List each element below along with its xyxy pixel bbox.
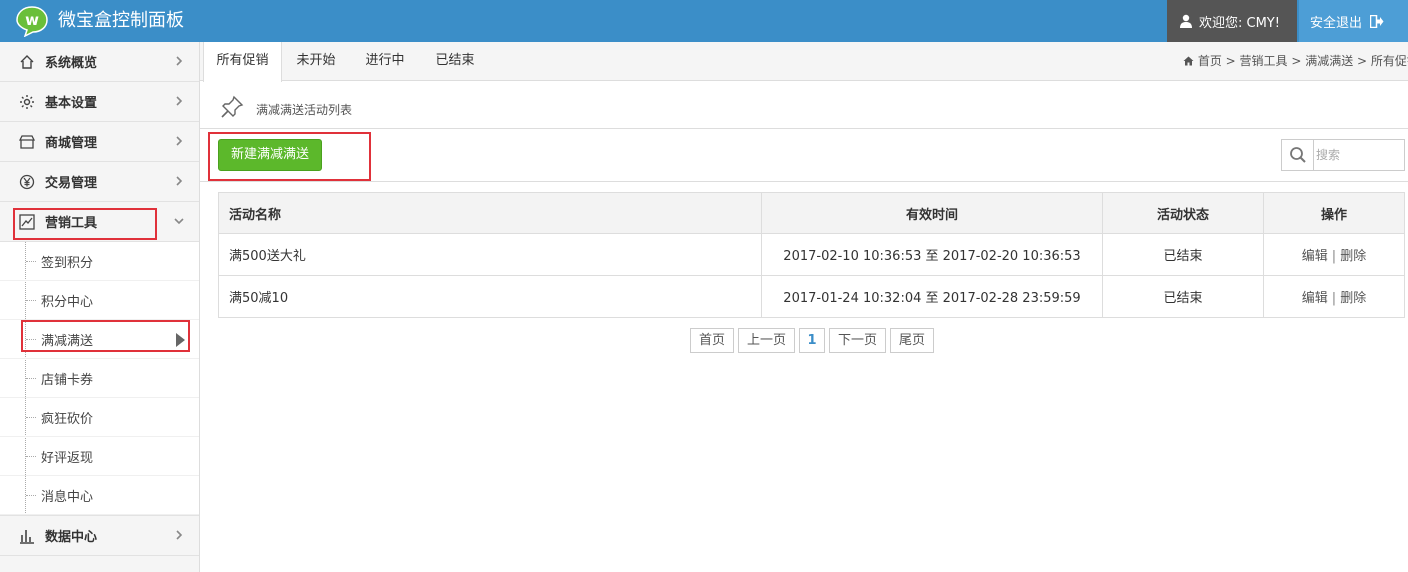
logout-button[interactable]: 安全退出: [1299, 0, 1408, 42]
action-separator: |: [1331, 249, 1337, 264]
sub-item-label: 满减满送: [41, 333, 94, 349]
sidebar-item-trade[interactable]: 交易管理: [0, 162, 199, 202]
store-icon: [18, 133, 36, 151]
welcome-text: 欢迎您: CMY!: [1199, 15, 1280, 31]
edit-link[interactable]: 编辑: [1302, 291, 1328, 306]
col-status: 活动状态: [1102, 192, 1264, 234]
top-header: w 微宝盒控制面板 欢迎您: CMY! 安全退出: [0, 0, 1408, 42]
chevron-right-icon: [176, 530, 183, 540]
edit-link[interactable]: 编辑: [1302, 249, 1328, 264]
chevron-right-icon: [176, 176, 183, 186]
toolbar: [200, 129, 1408, 182]
sub-item-bargain[interactable]: 疯狂砍价: [0, 398, 199, 437]
gear-icon: [18, 93, 36, 111]
sub-item-points-center[interactable]: 积分中心: [0, 281, 199, 320]
col-valid-time: 有效时间: [761, 192, 1103, 234]
table-row: 满500送大礼 2017-02-10 10:36:53 至 2017-02-20…: [218, 233, 1405, 276]
sub-item-checkin-points[interactable]: 签到积分: [0, 242, 199, 281]
chevron-right-icon: [176, 136, 183, 146]
sidebar-item-label: 数据中心: [45, 530, 98, 545]
caret-right-icon: [176, 333, 185, 347]
home-small-icon: [1183, 56, 1194, 66]
user-icon: [1180, 14, 1192, 28]
sub-item-coupons[interactable]: 店铺卡券: [0, 359, 199, 398]
pager-prev[interactable]: 上一页: [738, 328, 795, 353]
search-icon[interactable]: [1282, 140, 1314, 170]
bar-chart-icon: [18, 527, 36, 545]
tab-in-progress[interactable]: 进行中: [352, 42, 418, 81]
table-header-row: 活动名称 有效时间 活动状态 操作: [218, 192, 1405, 234]
cell-valid-time: 2017-02-10 10:36:53 至 2017-02-20 10:36:5…: [761, 233, 1103, 276]
home-icon: [18, 53, 36, 71]
pager-next[interactable]: 下一页: [829, 328, 886, 353]
sidebar-item-store[interactable]: 商城管理: [0, 122, 199, 162]
cell-valid-time: 2017-01-24 10:32:04 至 2017-02-28 23:59:5…: [761, 275, 1103, 318]
promotion-table: 活动名称 有效时间 活动状态 操作 满500送大礼 2017-02-10 10:…: [218, 192, 1405, 318]
cell-actions: 编辑 | 删除: [1263, 233, 1405, 276]
sidebar-item-label: 商城管理: [45, 136, 98, 151]
chevron-down-icon: [174, 218, 184, 225]
col-activity-name: 活动名称: [218, 192, 762, 234]
col-actions: 操作: [1263, 192, 1405, 234]
logout-label: 安全退出: [1310, 15, 1363, 31]
tab-bar: 所有促销 未开始 进行中 已结束 首页 > 营销工具 > 满减满送 > 所有促销: [200, 42, 1408, 82]
pager-current[interactable]: 1: [799, 328, 825, 353]
cell-actions: 编辑 | 删除: [1263, 275, 1405, 318]
new-full-reduction-button[interactable]: 新建满减满送: [218, 139, 322, 171]
search-input[interactable]: [1316, 145, 1402, 165]
pin-icon: [221, 95, 244, 118]
tab-all-promotions[interactable]: 所有促销: [203, 42, 282, 82]
yen-icon: [18, 173, 36, 191]
sign-out-icon: [1370, 14, 1384, 28]
tab-ended[interactable]: 已结束: [422, 42, 488, 81]
cell-activity-name: 满500送大礼: [218, 233, 762, 276]
pager-first[interactable]: 首页: [690, 328, 734, 353]
sidebar-item-overview[interactable]: 系统概览: [0, 42, 199, 82]
breadcrumb-text: 首页 > 营销工具 > 满减满送 > 所有促销: [1197, 54, 1408, 68]
sub-item-review-cashback[interactable]: 好评返现: [0, 437, 199, 476]
tab-not-started[interactable]: 未开始: [284, 42, 348, 81]
marketing-submenu: 签到积分 积分中心 满减满送 店铺卡券 疯狂砍价 好评返现 消息中心: [0, 242, 199, 516]
cell-activity-name: 满50减10: [218, 275, 762, 318]
sidebar-item-label: 交易管理: [45, 176, 98, 191]
sidebar-item-label: 营销工具: [45, 216, 98, 231]
sidebar-item-label: 基本设置: [45, 96, 98, 111]
breadcrumb: 首页 > 营销工具 > 满减满送 > 所有促销: [1183, 42, 1408, 81]
sidebar: 系统概览 基本设置 商城管理 交易管理 营销工具 签到积分 积分中心 满减满送 …: [0, 42, 200, 572]
welcome-user[interactable]: 欢迎您: CMY!: [1167, 0, 1297, 42]
table-row: 满50减10 2017-01-24 10:32:04 至 2017-02-28 …: [218, 275, 1405, 318]
section-title: 满减满送活动列表: [256, 103, 353, 117]
cell-status: 已结束: [1102, 275, 1264, 318]
pager-last[interactable]: 尾页: [890, 328, 934, 353]
delete-link[interactable]: 删除: [1340, 291, 1366, 306]
sub-item-full-reduction[interactable]: 满减满送: [0, 320, 199, 359]
sidebar-item-label: 系统概览: [45, 56, 98, 71]
delete-link[interactable]: 删除: [1340, 249, 1366, 264]
chevron-right-icon: [176, 56, 183, 66]
sidebar-item-marketing[interactable]: 营销工具: [0, 202, 199, 242]
app-logo-icon: w: [16, 6, 48, 37]
cell-status: 已结束: [1102, 233, 1264, 276]
svg-text:w: w: [25, 11, 39, 29]
chart-icon: [18, 213, 36, 231]
section-header: [200, 81, 1408, 129]
sidebar-item-data-center[interactable]: 数据中心: [0, 516, 199, 556]
sub-item-message-center[interactable]: 消息中心: [0, 476, 199, 515]
chevron-right-icon: [176, 96, 183, 106]
action-separator: |: [1331, 291, 1337, 306]
search-box: [1281, 139, 1405, 171]
app-title: 微宝盒控制面板: [58, 10, 184, 31]
sidebar-item-settings[interactable]: 基本设置: [0, 82, 199, 122]
